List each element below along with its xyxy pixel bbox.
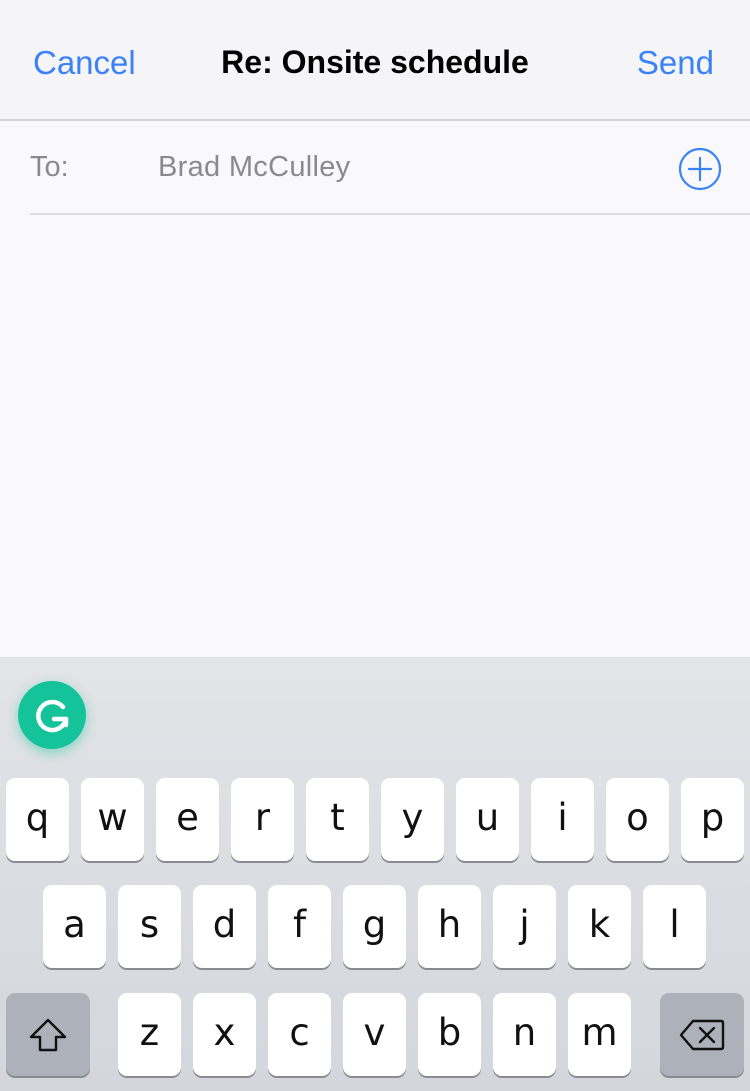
key-j[interactable]: j [493, 885, 556, 968]
key-x[interactable]: x [193, 993, 256, 1076]
key-z[interactable]: z [118, 993, 181, 1076]
key-i[interactable]: i [531, 778, 594, 861]
backspace-key[interactable] [660, 993, 744, 1076]
shift-arrow-icon [29, 1018, 67, 1051]
key-v[interactable]: v [343, 993, 406, 1076]
key-s[interactable]: s [118, 885, 181, 968]
recipient-token[interactable]: Brad McCulley [158, 151, 350, 184]
add-recipient-button[interactable] [678, 147, 722, 191]
backspace-icon [679, 1019, 725, 1050]
key-o[interactable]: o [606, 778, 669, 861]
key-y[interactable]: y [381, 778, 444, 861]
to-field-row[interactable]: To: Brad McCulley [30, 121, 750, 215]
send-button[interactable]: Send [637, 44, 714, 82]
key-q[interactable]: q [6, 778, 69, 861]
key-b[interactable]: b [418, 993, 481, 1076]
key-a[interactable]: a [43, 885, 106, 968]
key-l[interactable]: l [643, 885, 706, 968]
key-d[interactable]: d [193, 885, 256, 968]
key-e[interactable]: e [156, 778, 219, 861]
key-f[interactable]: f [268, 885, 331, 968]
key-r[interactable]: r [231, 778, 294, 861]
key-m[interactable]: m [568, 993, 631, 1076]
key-u[interactable]: u [456, 778, 519, 861]
key-w[interactable]: w [81, 778, 144, 861]
plus-circle-icon [678, 147, 722, 191]
grammarly-button[interactable] [18, 681, 86, 749]
key-g[interactable]: g [343, 885, 406, 968]
compose-nav-bar: Cancel Re: Onsite schedule Send [0, 0, 750, 121]
key-k[interactable]: k [568, 885, 631, 968]
grammarly-g-icon [36, 699, 69, 733]
key-t[interactable]: t [306, 778, 369, 861]
onscreen-keyboard: q w e r t y u i o p a s d f g h j k l z … [0, 657, 750, 1091]
key-c[interactable]: c [268, 993, 331, 1076]
key-n[interactable]: n [493, 993, 556, 1076]
message-body-area[interactable] [0, 217, 750, 657]
key-h[interactable]: h [418, 885, 481, 968]
to-label: To: [30, 151, 69, 183]
key-p[interactable]: p [681, 778, 744, 861]
shift-key[interactable] [6, 993, 90, 1076]
